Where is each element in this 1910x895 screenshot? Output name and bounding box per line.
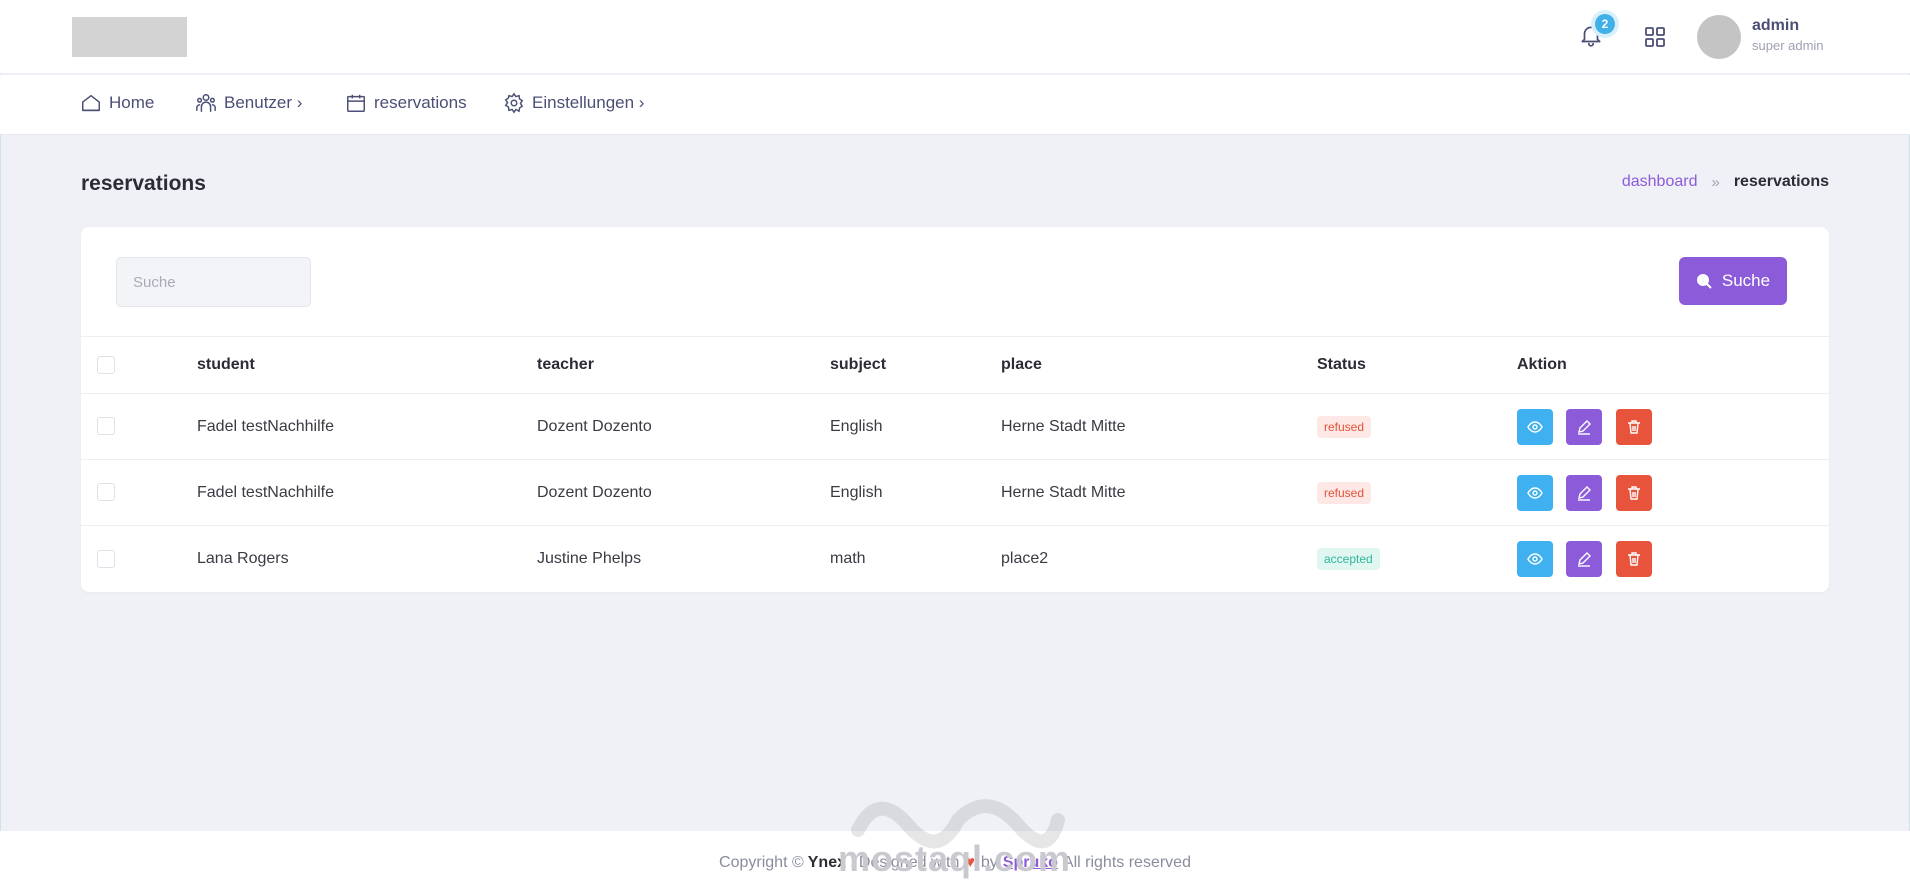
nav-item-home[interactable]: Home: [80, 92, 154, 114]
user-role: super admin: [1752, 38, 1824, 53]
footer-copyright: Copyright ©: [719, 854, 804, 871]
status-badge: refused: [1317, 481, 1372, 504]
breadcrumb: dashboard » reservations: [1622, 173, 1829, 191]
trash-icon: [1627, 552, 1640, 566]
column-header-subject: subject: [830, 356, 887, 373]
search-button[interactable]: Suche: [1679, 257, 1787, 305]
cell-place: place2: [1001, 549, 1049, 567]
main-navigation: Home Benutzer › reservations Einstellung…: [0, 75, 1910, 135]
breadcrumb-current: reservations: [1733, 173, 1829, 190]
eye-icon: [1527, 420, 1543, 433]
page-title: reservations: [81, 172, 206, 195]
table-row: Lana Rogers Justine Phelps math place2 a…: [81, 526, 1829, 592]
top-header: 2 admin super admin: [0, 0, 1910, 74]
cell-place: Herne Stadt Mitte: [1001, 483, 1126, 501]
column-header-place: place: [1001, 356, 1042, 373]
cell-student: Fadel testNachhilfe: [197, 417, 334, 435]
table-row: Fadel testNachhilfe Dozent Dozento Engli…: [81, 394, 1829, 460]
footer-rights-text: All rights reserved: [1062, 854, 1191, 871]
nav-item-reservations[interactable]: reservations: [345, 92, 467, 114]
column-header-aktion: Aktion: [1517, 356, 1567, 373]
calendar-icon: [347, 94, 365, 112]
cell-subject: English: [830, 417, 883, 435]
trash-icon: [1627, 419, 1640, 434]
cell-subject: English: [830, 483, 883, 501]
row-checkbox[interactable]: [97, 549, 115, 568]
delete-button[interactable]: [1615, 474, 1652, 511]
column-header-status: Status: [1317, 356, 1366, 373]
status-badge: accepted: [1317, 547, 1380, 570]
cell-teacher: Dozent Dozento: [537, 483, 652, 501]
row-checkbox[interactable]: [97, 417, 115, 436]
search-input[interactable]: [116, 257, 311, 307]
pencil-icon: [1578, 419, 1592, 435]
cell-teacher: Dozent Dozento: [537, 417, 652, 435]
status-badge: refused: [1317, 415, 1372, 438]
trash-icon: [1627, 485, 1640, 500]
users-icon: [196, 94, 216, 112]
nav-item-einstellungen[interactable]: Einstellungen ›: [503, 92, 644, 114]
apps-grid-icon[interactable]: [1644, 26, 1666, 48]
column-header-teacher: teacher: [537, 356, 594, 373]
select-all-checkbox[interactable]: [97, 355, 115, 374]
search-button-label: Suche: [1721, 271, 1771, 290]
view-button[interactable]: [1517, 408, 1553, 445]
notification-count-badge: 2: [1595, 14, 1615, 34]
search-icon: [1696, 274, 1712, 289]
cell-student: Lana Rogers: [197, 549, 289, 567]
delete-button[interactable]: [1615, 540, 1652, 577]
logo-placeholder[interactable]: [72, 17, 187, 57]
home-icon: [82, 94, 100, 112]
pencil-icon: [1578, 551, 1592, 567]
column-header-student: student: [197, 356, 255, 373]
reservations-card: Suche student teacher subject place Stat…: [81, 227, 1829, 592]
eye-icon: [1527, 486, 1543, 499]
row-checkbox[interactable]: [97, 483, 115, 502]
cell-student: Fadel testNachhilfe: [197, 483, 334, 501]
pencil-icon: [1578, 485, 1592, 501]
user-name[interactable]: admin: [1752, 17, 1799, 35]
nav-label: Einstellungen ›: [532, 93, 645, 112]
delete-button[interactable]: [1615, 408, 1652, 445]
breadcrumb-separator-icon: »: [1711, 173, 1720, 191]
reservations-table: student teacher subject place Status Akt…: [81, 336, 1829, 592]
breadcrumb-dashboard-link[interactable]: dashboard: [1622, 173, 1698, 191]
edit-button[interactable]: [1566, 540, 1603, 577]
view-button[interactable]: [1517, 540, 1553, 577]
cell-place: Herne Stadt Mitte: [1001, 417, 1126, 435]
nav-label: reservations: [374, 93, 467, 112]
cell-teacher: Justine Phelps: [537, 549, 642, 567]
view-button[interactable]: [1517, 474, 1553, 511]
nav-label: Home: [109, 93, 155, 112]
nav-label: Benutzer ›: [224, 93, 303, 112]
cell-subject: math: [830, 549, 866, 567]
nav-item-benutzer[interactable]: Benutzer ›: [195, 92, 302, 114]
watermark-text: mostaql.com: [838, 838, 1072, 879]
table-row: Fadel testNachhilfe Dozent Dozento Engli…: [81, 460, 1829, 526]
settings-icon: [504, 92, 524, 114]
eye-icon: [1527, 553, 1543, 565]
avatar[interactable]: [1697, 15, 1741, 59]
edit-button[interactable]: [1566, 408, 1603, 445]
edit-button[interactable]: [1566, 474, 1603, 511]
table-header-row: student teacher subject place Status Akt…: [81, 336, 1829, 394]
